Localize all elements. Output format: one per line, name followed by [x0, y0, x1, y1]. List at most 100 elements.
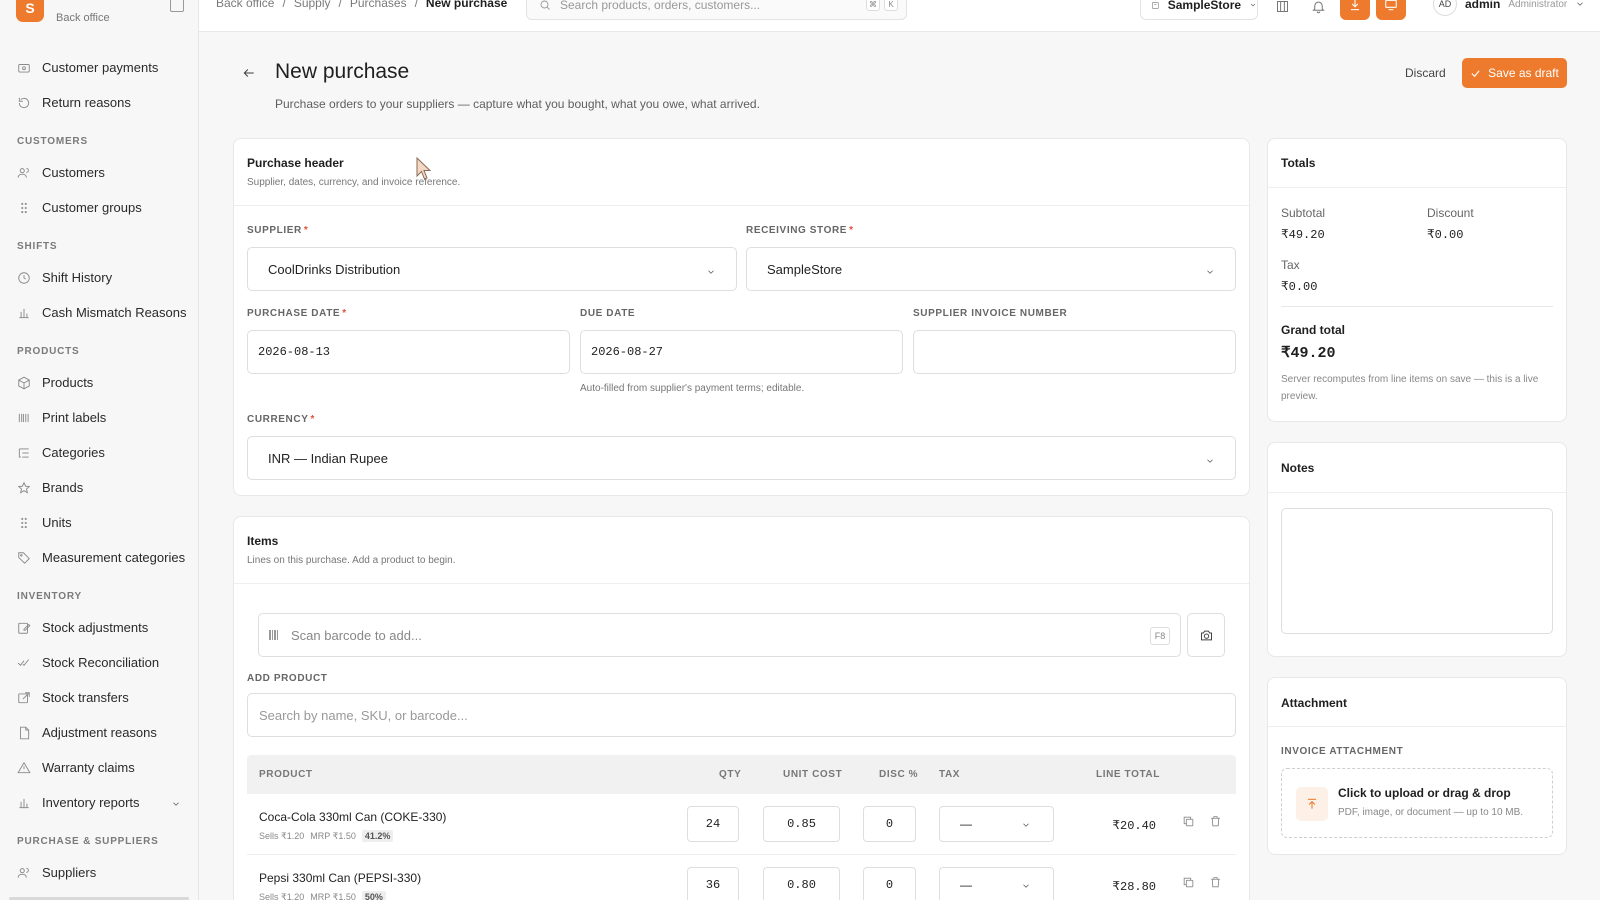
sidebar-item-suppliers[interactable]: Suppliers	[0, 855, 198, 890]
users-icon	[17, 866, 31, 880]
mouse-cursor-icon	[416, 157, 432, 180]
check-icon	[1471, 69, 1480, 77]
sidebar-item-warranty-claims[interactable]: Warranty claims	[0, 750, 198, 785]
sidebar-item-label: Return reasons	[42, 95, 131, 110]
sidebar-item-adjustment-reasons[interactable]: Adjustment reasons	[0, 715, 198, 750]
chevron-down-icon	[1250, 3, 1256, 7]
grand-total-label: Grand total	[1281, 323, 1346, 337]
margin-badge: 41.2%	[361, 830, 394, 842]
camera-icon	[1200, 630, 1212, 640]
tag-icon	[17, 551, 31, 565]
card-title: Items	[247, 534, 279, 548]
col-disc: DISC %	[879, 769, 919, 780]
receiving-store-select[interactable]: SampleStore	[746, 247, 1236, 291]
breadcrumb-current: New purchase	[425, 0, 508, 10]
sidebar-item-cash-mismatch-reasons[interactable]: Cash Mismatch Reasons	[0, 295, 198, 330]
qty-input[interactable]: 36	[687, 867, 739, 900]
pos-terminal-icon[interactable]	[1376, 0, 1406, 20]
sidebar-item-stock-adjustments[interactable]: Stock adjustments	[0, 610, 198, 645]
store-selector[interactable]: SampleStore	[1140, 0, 1258, 20]
purchase-date-field[interactable]: 2026-08-13	[247, 330, 570, 374]
totals-note: Server recomputes from line items on sav…	[1281, 374, 1539, 402]
invoice-attachment-label: INVOICE ATTACHMENT	[1281, 746, 1404, 757]
sidebar-item-customer-payments[interactable]: Customer payments	[0, 50, 198, 85]
supplier-select[interactable]: CoolDrinks Distribution	[247, 247, 737, 291]
table-row: Coca-Cola 330ml Can (COKE-330) Sells ₹1.2…	[247, 794, 1236, 855]
discount-input[interactable]: 0	[863, 806, 916, 842]
currency-select[interactable]: INR — Indian Rupee	[247, 436, 1236, 480]
receiving-store-label: RECEIVING STORE *	[746, 225, 854, 236]
discard-button[interactable]: Discard	[1405, 66, 1446, 80]
tax-select[interactable]: —	[939, 806, 1054, 842]
currency-value: INR — Indian Rupee	[268, 450, 388, 466]
sidebar-item-customer-groups[interactable]: Customer groups	[0, 190, 198, 225]
save-as-draft-button[interactable]: Save as draft	[1462, 58, 1567, 88]
sidebar-item-stock-reconciliation[interactable]: Stock Reconciliation	[0, 645, 198, 680]
camera-scan-button[interactable]	[1187, 613, 1225, 657]
margin-badge: 50%	[361, 891, 386, 900]
totals-divider	[1281, 306, 1553, 307]
sidebar-item-units[interactable]: Units	[0, 505, 198, 540]
sidebar-item-return-reasons[interactable]: Return reasons	[0, 85, 198, 120]
qty-input[interactable]: 24	[687, 806, 739, 842]
product-meta: Sells ₹1.20 MRP ₹1.50 50%	[259, 891, 386, 900]
sidebar-item-customers[interactable]: Customers	[0, 155, 198, 190]
purchase-date-label: PURCHASE DATE *	[247, 308, 347, 319]
trash-icon[interactable]	[1209, 815, 1223, 829]
sidebar-item-products[interactable]: Products	[0, 365, 198, 400]
sidebar-item-inventory-reports[interactable]: Inventory reports	[0, 785, 198, 820]
supplier-invoice-field[interactable]	[913, 330, 1236, 374]
sidebar-item-label: Shift History	[42, 270, 113, 285]
tax-select[interactable]: —	[939, 867, 1054, 900]
bell-icon[interactable]	[1308, 0, 1328, 16]
breadcrumb-purchases[interactable]: Purchases	[350, 0, 407, 10]
card-title: Purchase header	[247, 156, 344, 170]
sidebar-section-shifts: SHIFTS	[17, 241, 58, 252]
chevron-down-icon	[1577, 2, 1584, 6]
edit-icon	[17, 621, 31, 635]
trash-icon[interactable]	[1209, 876, 1223, 890]
sidebar-item-brands[interactable]: Brands	[0, 470, 198, 505]
global-search-input[interactable]: Search products, orders, customers... ⌘ …	[526, 0, 907, 20]
sell-price: Sells ₹1.20	[259, 891, 305, 900]
sidebar-item-categories[interactable]: Categories	[0, 435, 198, 470]
sidebar-item-label: Customer groups	[42, 200, 142, 215]
product-search-input[interactable]: Search by name, SKU, or barcode...	[247, 693, 1236, 737]
download-icon[interactable]	[1340, 0, 1370, 20]
back-arrow-icon[interactable]	[242, 66, 256, 80]
brand[interactable]: S Back office	[16, 0, 110, 26]
scan-barcode-placeholder: Scan barcode to add...	[291, 627, 422, 643]
sidebar-collapse-icon[interactable]	[170, 0, 184, 12]
reports-icon[interactable]	[1272, 0, 1292, 16]
breadcrumb: Back office / Supply / Purchases / New purc…	[216, 0, 507, 10]
user-menu[interactable]: AD admin Administrator	[1433, 0, 1585, 16]
breadcrumb-back-office[interactable]: Back office	[216, 0, 274, 10]
grip-icon	[17, 516, 31, 530]
upload-cta: Click to upload or drag & drop	[1338, 786, 1511, 800]
sidebar-item-print-labels[interactable]: Print labels	[0, 400, 198, 435]
sidebar-item-measurement-categories[interactable]: Measurement categories	[0, 540, 198, 575]
tax-value: —	[960, 817, 972, 831]
store-icon	[1152, 1, 1159, 9]
notes-textarea[interactable]	[1281, 508, 1553, 634]
due-date-field[interactable]: 2026-08-27	[580, 330, 903, 374]
copy-icon[interactable]	[1182, 876, 1196, 890]
unit-cost-input[interactable]: 0.80	[763, 867, 840, 900]
page-title: New purchase	[275, 60, 410, 83]
currency-label: CURRENCY *	[247, 414, 315, 425]
list-tree-icon	[17, 446, 31, 460]
sidebar-item-label: Stock transfers	[42, 690, 129, 705]
sidebar-item-shift-history[interactable]: Shift History	[0, 260, 198, 295]
col-line-total: LINE TOTAL	[1096, 769, 1160, 780]
copy-icon[interactable]	[1182, 815, 1196, 829]
breadcrumb-supply[interactable]: Supply	[294, 0, 331, 10]
scan-barcode-input[interactable]: Scan barcode to add... F8	[258, 613, 1181, 657]
unit-cost-input[interactable]: 0.85	[763, 806, 840, 842]
discount-input[interactable]: 0	[863, 867, 916, 900]
chevron-down-icon	[1023, 823, 1029, 827]
grip-icon	[17, 201, 31, 215]
file-icon	[17, 726, 31, 740]
sidebar-item-stock-transfers[interactable]: Stock transfers	[0, 680, 198, 715]
chevron-down-icon	[706, 265, 716, 280]
file-upload-dropzone[interactable]: Click to upload or drag & drop PDF, imag…	[1281, 768, 1553, 838]
